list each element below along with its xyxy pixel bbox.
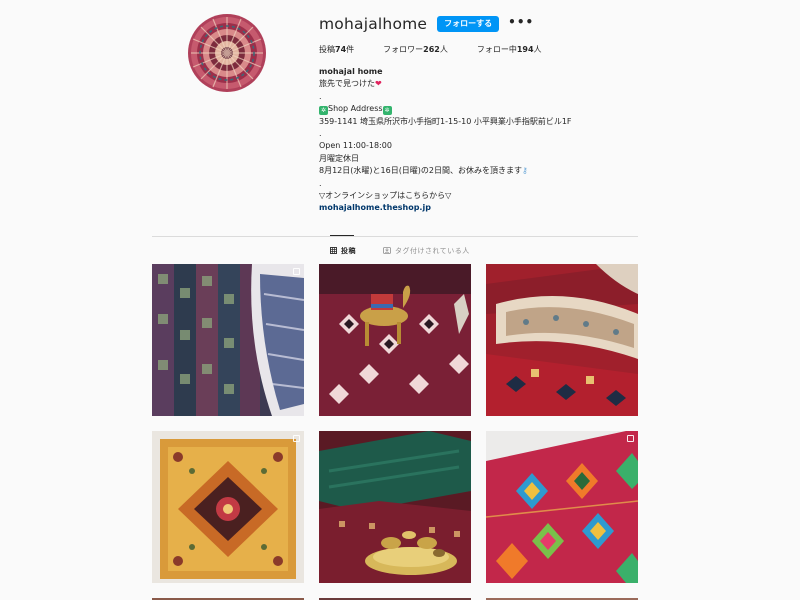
profile-title-row: mohajalhome フォローする ••• (319, 14, 649, 34)
carousel-icon (293, 435, 300, 442)
bio-hours: Open 11:00-18:00 (319, 141, 392, 151)
active-tab-indicator (330, 235, 354, 236)
profile-page: mohajalhome フォローする ••• 投稿74件 フォロワー262人 フ… (0, 0, 800, 600)
followers-stat-unit: 人 (439, 45, 448, 54)
post-thumbnail-4[interactable] (152, 431, 304, 583)
key-icon: ⚷ (522, 166, 528, 176)
profile-stats: 投稿74件 フォロワー262人 フォロー中194人 (319, 44, 649, 55)
bio-shop-label: Shop Address (328, 104, 383, 114)
profile-bio: mohajal home 旅先で見つけた❤ . ✲ Shop Address ✲ 3… (319, 66, 649, 215)
tab-tagged[interactable]: タグ付けされている人 (383, 246, 470, 256)
carousel-icon (293, 268, 300, 275)
followers-count: 262 (423, 45, 440, 54)
tab-tagged-label: タグ付けされている人 (395, 247, 470, 255)
more-options-icon[interactable]: ••• (508, 16, 534, 31)
follow-button[interactable]: フォローする (437, 16, 500, 32)
followers-stat-label: フォロワー (383, 45, 424, 54)
grid-icon (330, 246, 337, 256)
post-thumbnail-3[interactable] (486, 264, 638, 416)
bio-dot-1: . (319, 91, 322, 101)
post-thumbnail-1[interactable] (152, 264, 304, 416)
posts-count: 74 (335, 45, 347, 54)
shop-link[interactable]: mohajalhome.theshop.jp (319, 203, 431, 212)
bio-address: 359-1141 埼玉県所沢市小手指町1-15-10 小平興業小手指駅前ビル1F (319, 116, 572, 126)
bio-closed: 月曜定休日 (319, 153, 359, 163)
post-thumbnail-5[interactable] (319, 431, 471, 583)
tabs-divider (152, 236, 638, 237)
bio-name: mohajal home (319, 67, 383, 76)
bio-line-1: 旅先で見つけた❤ (319, 78, 649, 90)
posts-stat: 投稿74件 (319, 44, 354, 55)
tagged-user-icon (383, 246, 391, 256)
profile-info: mohajalhome フォローする ••• 投稿74件 フォロワー262人 フ… (319, 14, 649, 215)
bio-holiday: 8月12日(水曜)と16日(日曜)の2日間、お休みを頂きます (319, 166, 523, 176)
bio-dot-2: . (319, 129, 322, 139)
carousel-icon (627, 435, 634, 442)
following-stat-label: フォロー中 (476, 45, 517, 54)
profile-username: mohajalhome (319, 15, 428, 33)
bio-link-line: mohajalhome.theshop.jp (319, 202, 649, 214)
following-stat[interactable]: フォロー中194人 (477, 44, 542, 55)
profile-avatar[interactable] (188, 14, 266, 92)
following-count: 194 (516, 45, 534, 54)
posts-stat-unit: 件 (346, 45, 355, 54)
bio-online: ▽オンラインショップはこちらから▽ (319, 191, 452, 201)
bio-dot-3: . (319, 178, 322, 188)
bio-shop-line: ✲ Shop Address ✲ (319, 103, 649, 116)
post-thumbnail-2[interactable] (319, 264, 471, 416)
followers-stat[interactable]: フォロワー262人 (383, 44, 448, 55)
heart-icon: ❤ (375, 79, 382, 89)
post-thumbnail-6[interactable] (486, 431, 638, 583)
shop-emoji-icon-2: ✲ (382, 106, 392, 116)
tab-posts[interactable]: 投稿 (330, 246, 356, 256)
following-stat-unit: 人 (533, 45, 542, 54)
shop-emoji-icon: ✲ (319, 106, 328, 116)
posts-stat-label: 投稿 (319, 45, 335, 54)
bio-holiday-line: 8月12日(水曜)と16日(日曜)の2日間、お休みを頂きます⚷ (319, 165, 649, 177)
bio-line-1-text: 旅先で見つけた (319, 79, 375, 89)
tab-posts-label: 投稿 (341, 247, 356, 255)
